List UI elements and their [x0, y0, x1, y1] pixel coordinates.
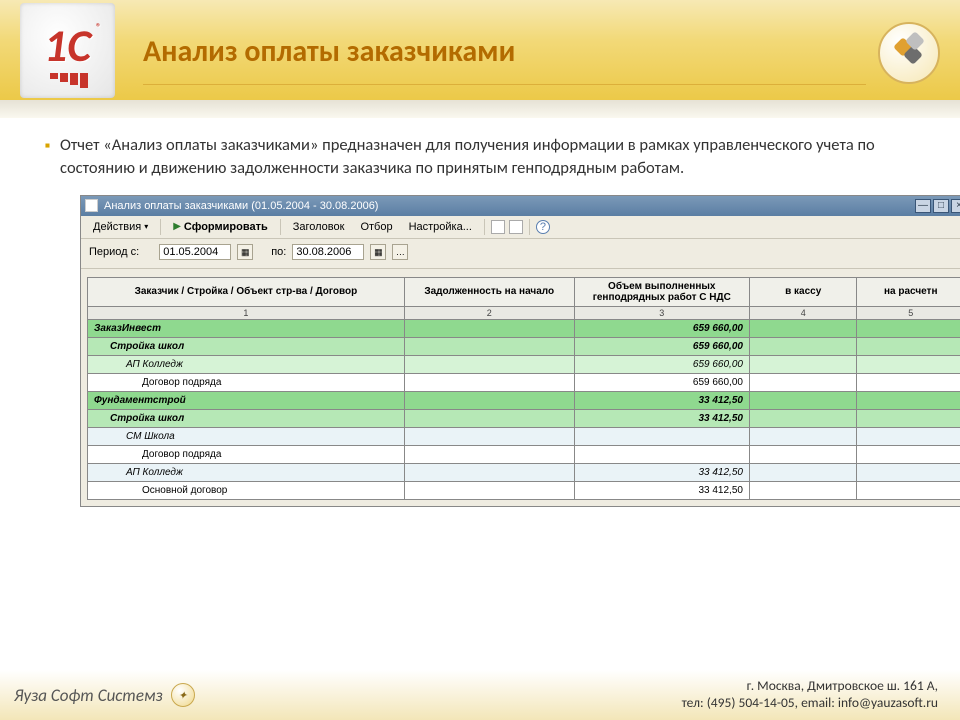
- slide-footer: Яуза Софт Системз ✦ г. Москва, Дмитровск…: [0, 670, 960, 720]
- col-debt-start[interactable]: Задолженность на начало: [404, 277, 574, 306]
- toolbar: Действия▾ ▶Сформировать Заголовок Отбор …: [81, 216, 960, 239]
- tool-icon-1[interactable]: [491, 220, 505, 234]
- row-label: Фундаментстрой: [88, 391, 405, 409]
- table-row[interactable]: Стройка школ 659 660,00: [88, 337, 960, 355]
- footer-brand: Яуза Софт Системз ✦: [14, 683, 195, 707]
- table-row[interactable]: Договор подряда: [88, 445, 960, 463]
- window-icon: [85, 199, 98, 212]
- row-label: Основной договор: [88, 481, 405, 499]
- row-value: [574, 427, 749, 445]
- period-bar: Период с: ▦ по: ▦ …: [81, 239, 960, 269]
- row-value: 33 412,50: [574, 481, 749, 499]
- calendar-to-icon[interactable]: ▦: [370, 244, 386, 260]
- row-value: [574, 445, 749, 463]
- row-label: АП Колледж: [88, 355, 405, 373]
- tool-icon-2[interactable]: [509, 220, 523, 234]
- date-to-input[interactable]: [292, 244, 364, 260]
- close-button[interactable]: ×: [951, 199, 960, 213]
- filter-button[interactable]: Отбор: [354, 219, 398, 235]
- row-label: ЗаказИнвест: [88, 319, 405, 337]
- row-label: Договор подряда: [88, 445, 405, 463]
- report-grid-area: Заказчик / Стройка / Объект стр-ва / Дог…: [81, 269, 960, 506]
- window-title: Анализ оплаты заказчиками (01.05.2004 - …: [104, 200, 915, 212]
- slide-title: Анализ оплаты заказчиками: [143, 33, 866, 85]
- window-titlebar[interactable]: Анализ оплаты заказчиками (01.05.2004 - …: [81, 196, 960, 216]
- period-dialog-button[interactable]: …: [392, 244, 408, 260]
- row-label: Стройка школ: [88, 409, 405, 427]
- row-value: 33 412,50: [574, 463, 749, 481]
- app-window: Анализ оплаты заказчиками (01.05.2004 - …: [80, 195, 960, 507]
- footer-address: г. Москва, Дмитровское ш. 161 А, тел: (4…: [682, 678, 938, 712]
- col-cash[interactable]: в кассу: [749, 277, 857, 306]
- col-account[interactable]: на расчетн: [857, 277, 960, 306]
- ornament-icon: [878, 22, 940, 84]
- calendar-from-icon[interactable]: ▦: [237, 244, 253, 260]
- col-volume[interactable]: Объем выполненных генподрядных работ С Н…: [574, 277, 749, 306]
- table-row[interactable]: СМ Школа: [88, 427, 960, 445]
- form-button[interactable]: ▶Сформировать: [167, 219, 274, 235]
- row-label: СМ Школа: [88, 427, 405, 445]
- col-customer[interactable]: Заказчик / Стройка / Объект стр-ва / Дог…: [88, 277, 405, 306]
- header-button[interactable]: Заголовок: [287, 219, 351, 235]
- row-value: 659 660,00: [574, 373, 749, 391]
- slide-header: 1C Анализ оплаты заказчиками: [0, 0, 960, 100]
- date-from-input[interactable]: [159, 244, 231, 260]
- settings-button[interactable]: Настройка...: [403, 219, 478, 235]
- row-value: 659 660,00: [574, 319, 749, 337]
- table-row[interactable]: Основной договор 33 412,50: [88, 481, 960, 499]
- row-value: 659 660,00: [574, 337, 749, 355]
- table-row[interactable]: Фундаментстрой 33 412,50: [88, 391, 960, 409]
- report-table: Заказчик / Стройка / Объект стр-ва / Дог…: [87, 277, 960, 500]
- row-value: 33 412,50: [574, 391, 749, 409]
- table-row[interactable]: ЗаказИнвест 659 660,00: [88, 319, 960, 337]
- row-label: АП Колледж: [88, 463, 405, 481]
- maximize-button[interactable]: □: [933, 199, 949, 213]
- bullet-content: Отчет «Анализ оплаты заказчиками» предна…: [60, 134, 930, 181]
- table-row[interactable]: Стройка школ 33 412,50: [88, 409, 960, 427]
- table-row[interactable]: Договор подряда 659 660,00: [88, 373, 960, 391]
- minimize-button[interactable]: —: [915, 199, 931, 213]
- row-label: Договор подряда: [88, 373, 405, 391]
- table-row[interactable]: АП Колледж 659 660,00: [88, 355, 960, 373]
- bullet-mark-icon: ▪: [45, 136, 50, 181]
- row-value: 659 660,00: [574, 355, 749, 373]
- actions-menu[interactable]: Действия▾: [87, 219, 154, 235]
- bullet-text: ▪ Отчет «Анализ оплаты заказчиками» пред…: [45, 134, 930, 181]
- row-label: Стройка школ: [88, 337, 405, 355]
- logo-1c: 1C: [20, 3, 115, 98]
- row-value: 33 412,50: [574, 409, 749, 427]
- footer-logo-icon: ✦: [171, 683, 195, 707]
- table-row[interactable]: АП Колледж 33 412,50: [88, 463, 960, 481]
- help-icon[interactable]: ?: [536, 220, 550, 234]
- divider: [0, 100, 960, 118]
- period-to-label: по:: [271, 246, 286, 258]
- period-from-label: Период с:: [89, 246, 139, 258]
